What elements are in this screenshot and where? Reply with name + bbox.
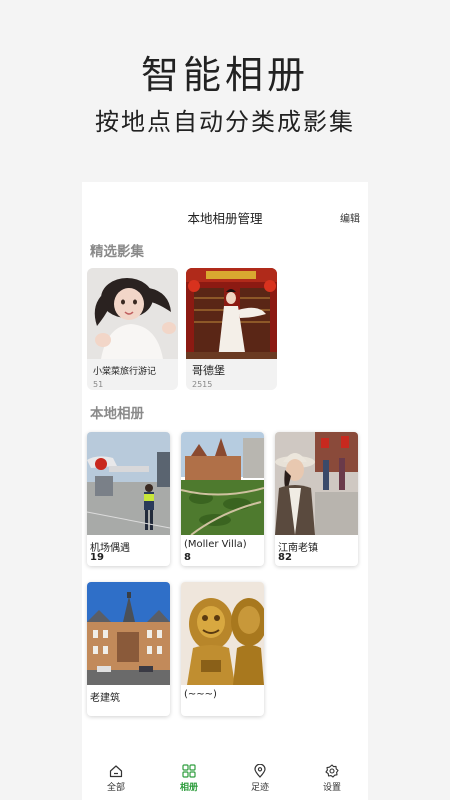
album-cover-photo bbox=[186, 268, 277, 359]
album-count: 82 bbox=[278, 552, 292, 563]
tab-albums[interactable]: 相册 bbox=[164, 764, 214, 793]
edit-button[interactable]: 编辑 bbox=[340, 210, 360, 225]
header-bar: 本地相册管理 编辑 bbox=[82, 208, 368, 228]
tab-label: 全部 bbox=[106, 783, 125, 793]
album-cover-photo bbox=[275, 432, 358, 535]
album-cover-photo bbox=[87, 582, 170, 685]
album-count: 51 bbox=[93, 380, 104, 389]
hero-title: 智能相册 bbox=[140, 53, 309, 97]
bottom-tab-bar: 全部 相册 足迹 设置 bbox=[82, 760, 368, 800]
gear-icon bbox=[325, 764, 339, 778]
album-count: 8 bbox=[184, 552, 191, 563]
album-cover-photo bbox=[87, 268, 178, 359]
phone-screen: 本地相册管理 编辑 精选影集 小棠菜旅行游记 51 哥德堡 2515 本地相册 … bbox=[82, 182, 368, 800]
tab-settings[interactable]: 设置 bbox=[307, 764, 357, 793]
tab-footprint[interactable]: 足迹 bbox=[235, 764, 285, 793]
album-name: 老建筑 bbox=[90, 693, 120, 704]
featured-album-card[interactable]: 小棠菜旅行游记 51 bbox=[87, 268, 178, 390]
hero-subtitle: 按地点自动分类成影集 bbox=[95, 108, 355, 136]
location-pin-icon bbox=[254, 764, 266, 778]
album-name: (~~~) bbox=[184, 689, 217, 700]
local-album-card[interactable]: (~~~) bbox=[181, 582, 264, 716]
page-title: 本地相册管理 bbox=[187, 211, 263, 226]
featured-album-card[interactable]: 哥德堡 2515 bbox=[186, 268, 277, 390]
album-cover-photo bbox=[181, 432, 264, 535]
grid-icon bbox=[182, 764, 196, 778]
local-album-card[interactable]: 江南老镇 82 bbox=[275, 432, 358, 566]
local-album-card[interactable]: (Moller Villa) 8 bbox=[181, 432, 264, 566]
album-count: 19 bbox=[90, 552, 104, 563]
album-count: 2515 bbox=[192, 380, 213, 389]
album-cover-photo bbox=[181, 582, 264, 685]
album-name: 小棠菜旅行游记 bbox=[93, 367, 157, 377]
local-section-title: 本地相册 bbox=[90, 406, 144, 422]
tab-all[interactable]: 全部 bbox=[91, 764, 141, 793]
featured-section-title: 精选影集 bbox=[90, 244, 144, 260]
local-album-card[interactable]: 机场偶遇 19 bbox=[87, 432, 170, 566]
album-name: (Moller Villa) bbox=[184, 539, 247, 550]
tab-label: 相册 bbox=[179, 783, 198, 793]
tab-label: 设置 bbox=[322, 783, 341, 793]
home-icon bbox=[109, 765, 123, 778]
tab-label: 足迹 bbox=[250, 783, 269, 793]
album-cover-photo bbox=[87, 432, 170, 535]
local-album-card[interactable]: 老建筑 bbox=[87, 582, 170, 716]
album-name: 哥德堡 bbox=[192, 364, 225, 377]
